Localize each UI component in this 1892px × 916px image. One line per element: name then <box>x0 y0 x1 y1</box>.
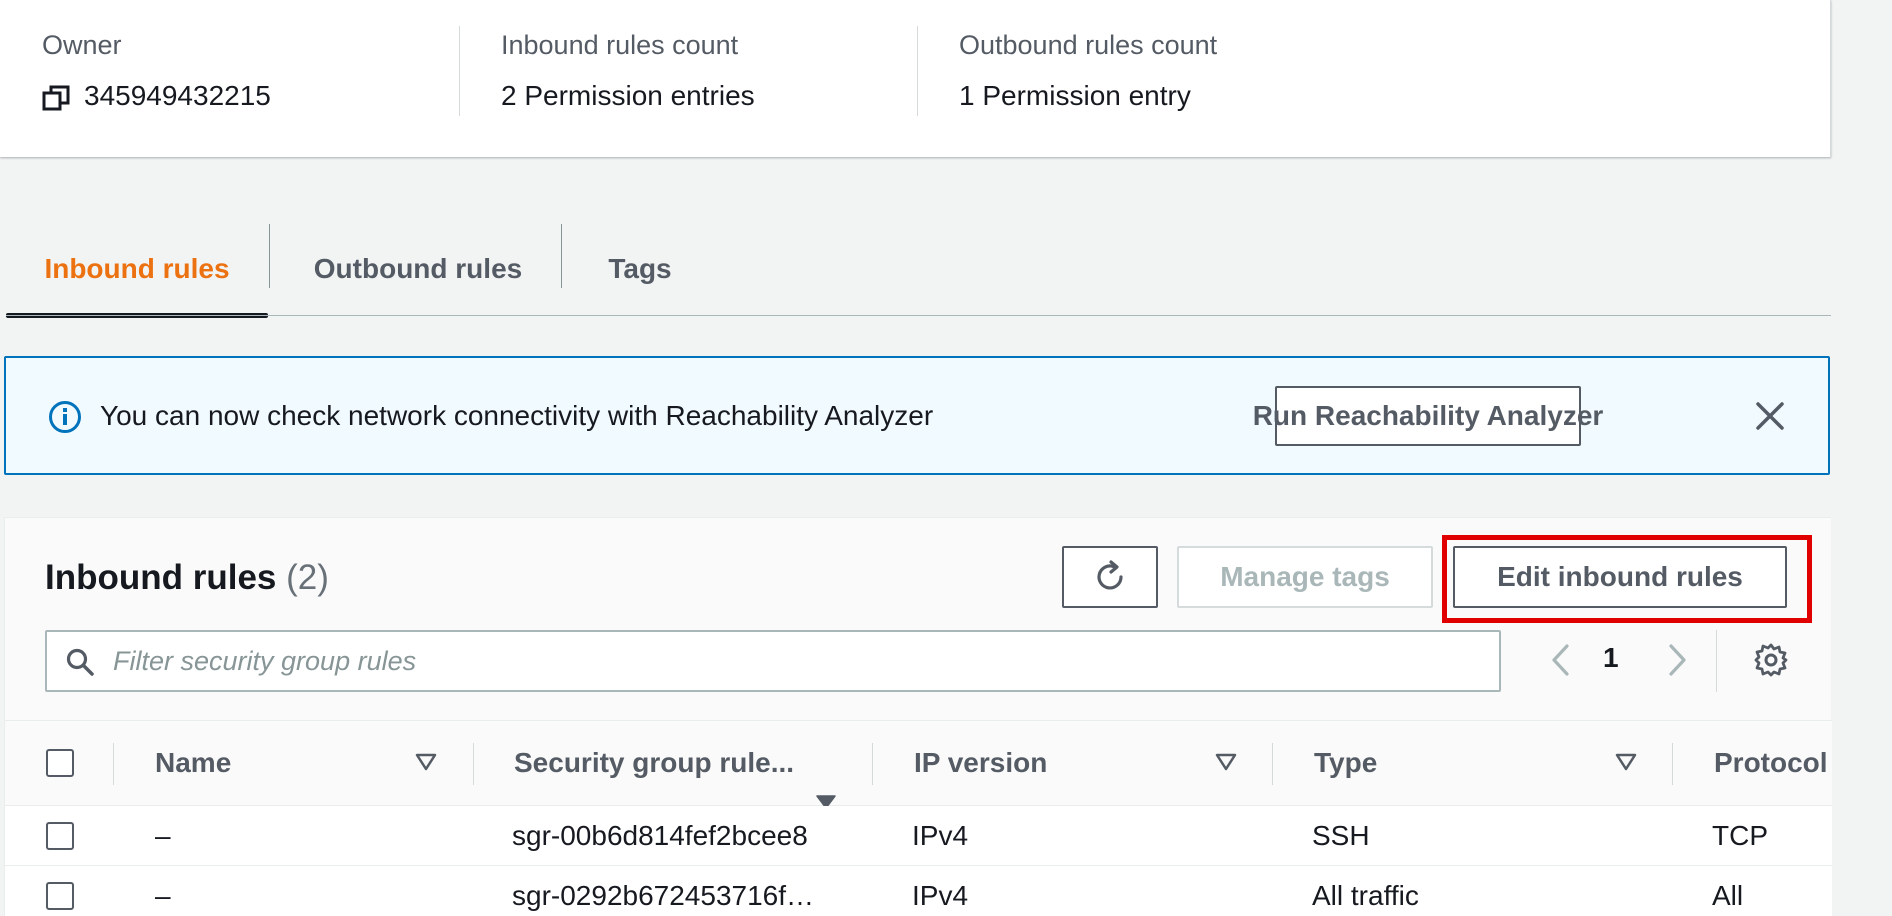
security-group-details-page: Owner 345949432215 Inbound rules count 2… <box>0 0 1892 916</box>
reachability-info-alert: You can now check network connectivity w… <box>4 356 1830 475</box>
column-header-rule-id[interactable]: Security group rule... <box>514 721 844 805</box>
manage-tags-button[interactable]: Manage tags <box>1177 546 1433 608</box>
row-checkbox[interactable] <box>46 882 74 910</box>
summary-divider <box>917 26 918 116</box>
chevron-right-icon[interactable] <box>1663 640 1693 680</box>
tab-inbound-rules[interactable]: Inbound rules <box>6 222 268 318</box>
cell-protocol: All <box>1712 879 1744 911</box>
cell-protocol: TCP <box>1712 819 1768 851</box>
column-divider <box>113 743 114 785</box>
row-checkbox[interactable] <box>46 822 74 850</box>
inbound-rules-title: Inbound rules <box>45 558 277 597</box>
tab-outbound-rules[interactable]: Outbound rules <box>270 222 566 316</box>
chevron-left-icon[interactable] <box>1545 640 1575 680</box>
cell-type: All traffic <box>1312 879 1419 911</box>
alert-message: You can now check network connectivity w… <box>100 400 934 431</box>
outbound-count-label: Outbound rules count <box>959 30 1218 60</box>
table-row[interactable]: – sgr-0292b672453716f… IPv4 All traffic … <box>5 866 1832 916</box>
inbound-count-label: Inbound rules count <box>501 30 739 60</box>
copy-icon[interactable] <box>42 84 72 112</box>
inbound-rules-count: (2) <box>286 558 329 597</box>
inbound-count-value: 2 Permission entries <box>501 80 755 111</box>
cell-rule-id: sgr-0292b672453716f… <box>512 879 815 911</box>
column-header-protocol[interactable]: Protocol <box>1714 721 1832 805</box>
owner-value: 345949432215 <box>84 80 271 111</box>
filter-field[interactable] <box>45 630 1501 692</box>
sort-icon[interactable] <box>1215 753 1237 771</box>
cell-ip-version: IPv4 <box>912 819 969 851</box>
cell-name: – <box>155 819 171 851</box>
column-header-name[interactable]: Name <box>155 721 395 805</box>
column-divider <box>872 743 873 785</box>
select-all-checkbox[interactable] <box>46 749 74 777</box>
cell-name: – <box>155 879 171 911</box>
cell-ip-version: IPv4 <box>912 879 969 911</box>
pager-divider <box>1716 630 1717 692</box>
edit-inbound-rules-button[interactable]: Edit inbound rules <box>1453 546 1787 608</box>
info-icon <box>49 401 81 433</box>
inbound-rules-heading: Inbound rules (2) <box>45 558 329 598</box>
details-summary-card: Owner 345949432215 Inbound rules count 2… <box>0 0 1831 157</box>
column-divider <box>473 743 474 785</box>
cell-rule-id: sgr-00b6d814fef2bcee8 <box>512 819 808 851</box>
close-icon[interactable] <box>1750 396 1790 436</box>
column-header-type[interactable]: Type <box>1314 721 1594 805</box>
page-number[interactable]: 1 <box>1603 642 1619 674</box>
rules-tabs: Inbound rules Outbound rules Tags <box>6 222 1831 318</box>
inbound-rules-container: Inbound rules (2) Manage tags Edit inbou… <box>4 517 1832 916</box>
search-icon <box>66 648 94 676</box>
table-row[interactable]: – sgr-00b6d814fef2bcee8 IPv4 SSH TCP <box>5 806 1832 866</box>
inbound-rules-table: Name Security group rule... IP version T… <box>5 720 1832 916</box>
column-divider <box>1672 743 1673 785</box>
owner-label: Owner <box>42 30 122 60</box>
gear-icon[interactable] <box>1753 642 1789 678</box>
refresh-icon <box>1097 560 1123 590</box>
sort-icon[interactable] <box>1615 753 1637 771</box>
run-reachability-analyzer-button[interactable]: Run Reachability Analyzer <box>1253 386 1603 446</box>
tab-tags[interactable]: Tags <box>562 222 718 316</box>
sort-icon[interactable] <box>415 753 437 771</box>
filter-input[interactable] <box>113 640 1473 682</box>
refresh-button[interactable] <box>1062 546 1158 608</box>
summary-divider <box>459 26 460 116</box>
column-divider <box>1272 743 1273 785</box>
column-header-ip-version[interactable]: IP version <box>914 721 1194 805</box>
outbound-count-value: 1 Permission entry <box>959 80 1191 111</box>
table-header-row: Name Security group rule... IP version T… <box>5 720 1832 809</box>
cell-type: SSH <box>1312 819 1370 851</box>
tabs-baseline <box>6 315 1831 316</box>
